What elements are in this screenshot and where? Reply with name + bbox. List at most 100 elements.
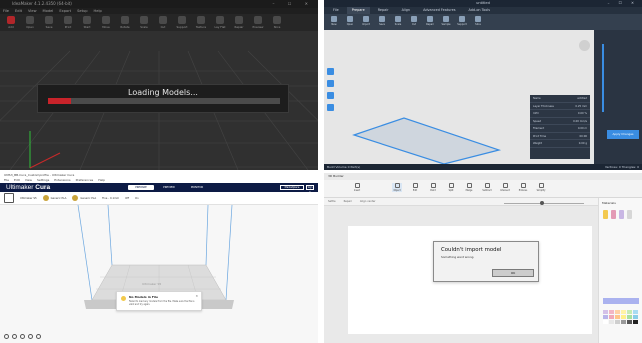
side-button-4[interactable] <box>327 104 334 111</box>
ribbon-import[interactable]: Import <box>360 16 372 28</box>
color-swatch[interactable] <box>633 315 638 319</box>
selected-color[interactable] <box>603 298 639 304</box>
ribbon-paint[interactable]: Paint <box>428 183 438 192</box>
color-swatch[interactable] <box>633 320 638 324</box>
color-swatch[interactable] <box>627 320 632 324</box>
color-swatch[interactable] <box>627 310 632 314</box>
tab-prepare[interactable]: PREPARE <box>128 185 154 190</box>
tool-repair[interactable]: Repair <box>232 16 246 29</box>
tab-prepare[interactable]: Prepare <box>346 7 370 14</box>
ribbon-object[interactable]: Object <box>392 183 402 192</box>
printer-selector[interactable]: Ultimaker S5 <box>20 197 37 200</box>
ribbon-open[interactable]: Open <box>344 16 356 28</box>
tool-print[interactable]: Print <box>61 16 75 29</box>
menu-view[interactable]: View <box>28 8 37 14</box>
close-icon[interactable]: ✕ <box>195 294 198 298</box>
tab-preview[interactable]: PREVIEW <box>156 185 182 190</box>
ribbon-simplify[interactable]: Simplify <box>536 183 546 192</box>
signin-button[interactable]: Sign in <box>306 185 314 194</box>
color-swatch[interactable] <box>615 315 620 319</box>
side-button-1[interactable] <box>327 68 334 75</box>
menu-export[interactable]: Export <box>59 8 71 14</box>
layer-slider[interactable] <box>602 44 604 112</box>
tool-save[interactable]: Save <box>42 16 56 29</box>
tool-scale[interactable]: Scale <box>137 16 151 29</box>
tool-texture[interactable]: Texture <box>194 16 208 29</box>
tool-rotate[interactable]: Rotate <box>118 16 132 29</box>
tool-open[interactable]: Open <box>23 16 37 29</box>
tool-move[interactable]: Move <box>99 16 113 29</box>
ribbon-sample[interactable]: Sample <box>440 16 452 28</box>
extruder-2[interactable]: Generic PLA <box>72 195 96 201</box>
ribbon-repair[interactable]: Repair <box>424 16 436 28</box>
ribbon-split[interactable]: Split <box>446 183 456 192</box>
menu-model[interactable]: Model <box>43 8 54 14</box>
menu-file[interactable]: File <box>3 8 9 14</box>
ribbon-save[interactable]: Save <box>376 16 388 28</box>
window-buttons[interactable]: – ☐ ✕ <box>273 0 314 8</box>
bottle-icon[interactable] <box>603 210 608 219</box>
view-3d-icon[interactable] <box>4 334 9 339</box>
tool-support[interactable]: Support <box>175 16 189 29</box>
ribbon-subtract[interactable]: Subtract <box>482 183 492 192</box>
repair-button[interactable]: Repair <box>344 198 352 205</box>
menu-edit[interactable]: Edit <box>15 8 22 14</box>
support-toggle[interactable]: Off <box>125 197 129 200</box>
side-button-3[interactable] <box>327 92 334 99</box>
apply-button[interactable]: Apply Changes <box>607 130 639 139</box>
view-right-icon[interactable] <box>36 334 41 339</box>
settle-button[interactable]: Settle <box>328 198 336 205</box>
ribbon-intersect[interactable]: Intersect <box>500 183 510 192</box>
bottle-icon[interactable] <box>619 210 624 219</box>
view-left-icon[interactable] <box>28 334 33 339</box>
bottle-icon[interactable] <box>627 210 632 219</box>
color-swatch[interactable] <box>633 310 638 314</box>
color-swatch[interactable] <box>627 315 632 319</box>
window-buttons[interactable]: – ☐ ✕ <box>608 0 638 7</box>
color-swatch[interactable] <box>603 315 608 319</box>
ribbon-cut[interactable]: Cut <box>408 16 420 28</box>
tool-preview[interactable]: Preview <box>251 16 265 29</box>
tool-lay-flat[interactable]: Lay Flat <box>213 16 227 29</box>
ribbon-new[interactable]: New <box>328 16 340 28</box>
tool-start[interactable]: Start <box>80 16 94 29</box>
extruder-1[interactable]: Generic PLA <box>42 195 66 201</box>
color-swatch[interactable] <box>603 310 608 314</box>
open-file-icon[interactable] <box>4 193 14 203</box>
align-button[interactable]: Align center <box>360 198 376 205</box>
ribbon-emboss[interactable]: Emboss <box>518 183 528 192</box>
tab-repair[interactable]: Repair <box>373 7 394 14</box>
color-swatch[interactable] <box>621 320 626 324</box>
ribbon-slice[interactable]: Slice <box>472 16 484 28</box>
color-swatch[interactable] <box>609 310 614 314</box>
adhesion-toggle[interactable]: On <box>135 197 139 200</box>
color-swatch[interactable] <box>615 320 620 324</box>
menu-help[interactable]: Help <box>94 8 102 14</box>
tab-monitor[interactable]: MONITOR <box>184 185 210 190</box>
menu-setup[interactable]: Setup <box>77 8 87 14</box>
color-swatch[interactable] <box>603 320 608 324</box>
view-cube-icon[interactable] <box>579 40 590 51</box>
ribbon-merge[interactable]: Merge <box>464 183 474 192</box>
side-button-2[interactable] <box>327 80 334 87</box>
color-swatch[interactable] <box>609 320 614 324</box>
color-swatch[interactable] <box>621 315 626 319</box>
tab-align[interactable]: Align <box>397 7 416 14</box>
tab-file[interactable]: File <box>328 7 344 14</box>
view-front-icon[interactable] <box>12 334 17 339</box>
ribbon-insert[interactable]: Insert <box>352 183 362 192</box>
tab-advanced[interactable]: Advanced Features <box>418 7 460 14</box>
zoom-slider[interactable] <box>504 201 584 205</box>
color-swatch[interactable] <box>609 315 614 319</box>
ribbon-support[interactable]: Support <box>456 16 468 28</box>
marketplace-button[interactable]: Marketplace <box>280 185 304 190</box>
view-top-icon[interactable] <box>20 334 25 339</box>
ribbon-scale[interactable]: Scale <box>392 16 404 28</box>
tool-add[interactable]: Add <box>4 16 18 29</box>
slider-knob[interactable] <box>540 201 544 205</box>
ribbon-edit[interactable]: Edit <box>410 183 420 192</box>
3d-viewport[interactable]: Ultimaker S5 <box>0 204 318 343</box>
ok-button[interactable]: OK <box>492 269 534 277</box>
profile-selector[interactable]: Fine - 0.1mm <box>102 197 119 200</box>
bottle-icon[interactable] <box>611 210 616 219</box>
